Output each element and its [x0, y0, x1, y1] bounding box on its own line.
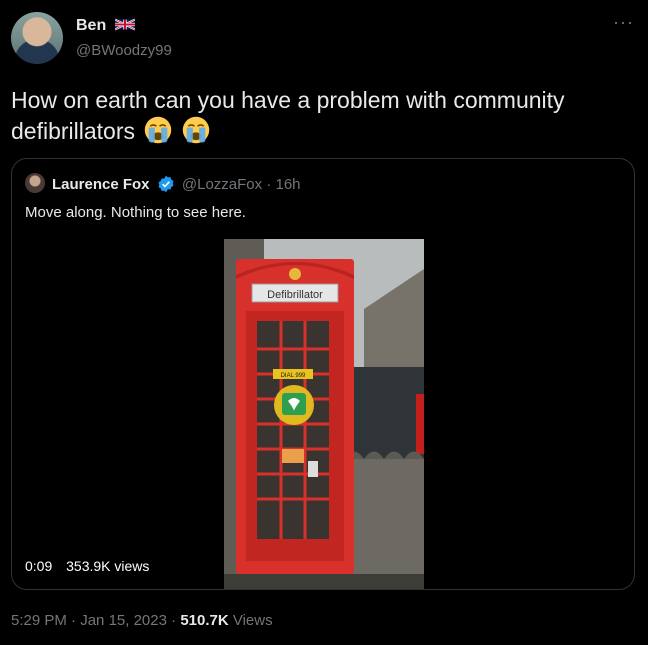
author-handle[interactable]: @BWoodzy99	[76, 42, 172, 59]
tweet-footer: 5:29 PM · Jan 15, 2023 · 510.7K Views	[11, 612, 273, 629]
quoted-author-avatar[interactable]	[25, 173, 45, 193]
views-count: 510.7K	[180, 612, 229, 629]
quoted-tweet[interactable]: Laurence Fox @LozzaFox · 16h Move along.…	[11, 158, 635, 590]
quoted-author-handle[interactable]: @LozzaFox	[182, 176, 262, 193]
video-frame-phonebox: Defibrillator DIAL 999	[224, 239, 424, 589]
tweet-text-body: How on earth can you have a problem with…	[11, 87, 565, 144]
quoted-time[interactable]: 16h	[275, 176, 300, 193]
video-views: 353.9K views	[66, 558, 150, 574]
author-name[interactable]: Ben	[76, 17, 135, 35]
loudly-crying-face-icon	[182, 116, 210, 144]
quoted-author-name[interactable]: Laurence Fox	[52, 176, 150, 193]
tweet-date[interactable]: Jan 15, 2023	[80, 612, 167, 629]
footer-separator: ·	[71, 612, 77, 629]
box-label: DIAL 999	[281, 373, 306, 379]
author-avatar[interactable]	[11, 12, 63, 64]
author-name-text[interactable]: Ben	[76, 17, 106, 34]
video-overlay: 0:09 353.9K views	[25, 558, 159, 574]
video-duration: 0:09	[25, 558, 53, 574]
video-player[interactable]: Defibrillator DIAL 999	[224, 239, 424, 589]
views-label: Views	[232, 612, 273, 629]
footer-separator: ·	[171, 612, 177, 629]
more-options-icon[interactable]: ···	[613, 12, 634, 33]
tweet-text: How on earth can you have a problem with…	[11, 85, 636, 147]
quoted-tweet-header: Laurence Fox @LozzaFox · 16h	[52, 175, 301, 193]
uk-flag-icon	[114, 18, 135, 31]
sign-text: Defibrillator	[267, 289, 323, 301]
quoted-tweet-text: Move along. Nothing to see here.	[25, 204, 246, 221]
quoted-separator: ·	[266, 176, 272, 193]
verified-badge-icon	[158, 175, 174, 193]
loudly-crying-face-icon	[145, 116, 172, 144]
tweet-time[interactable]: 5:29 PM	[11, 612, 67, 629]
